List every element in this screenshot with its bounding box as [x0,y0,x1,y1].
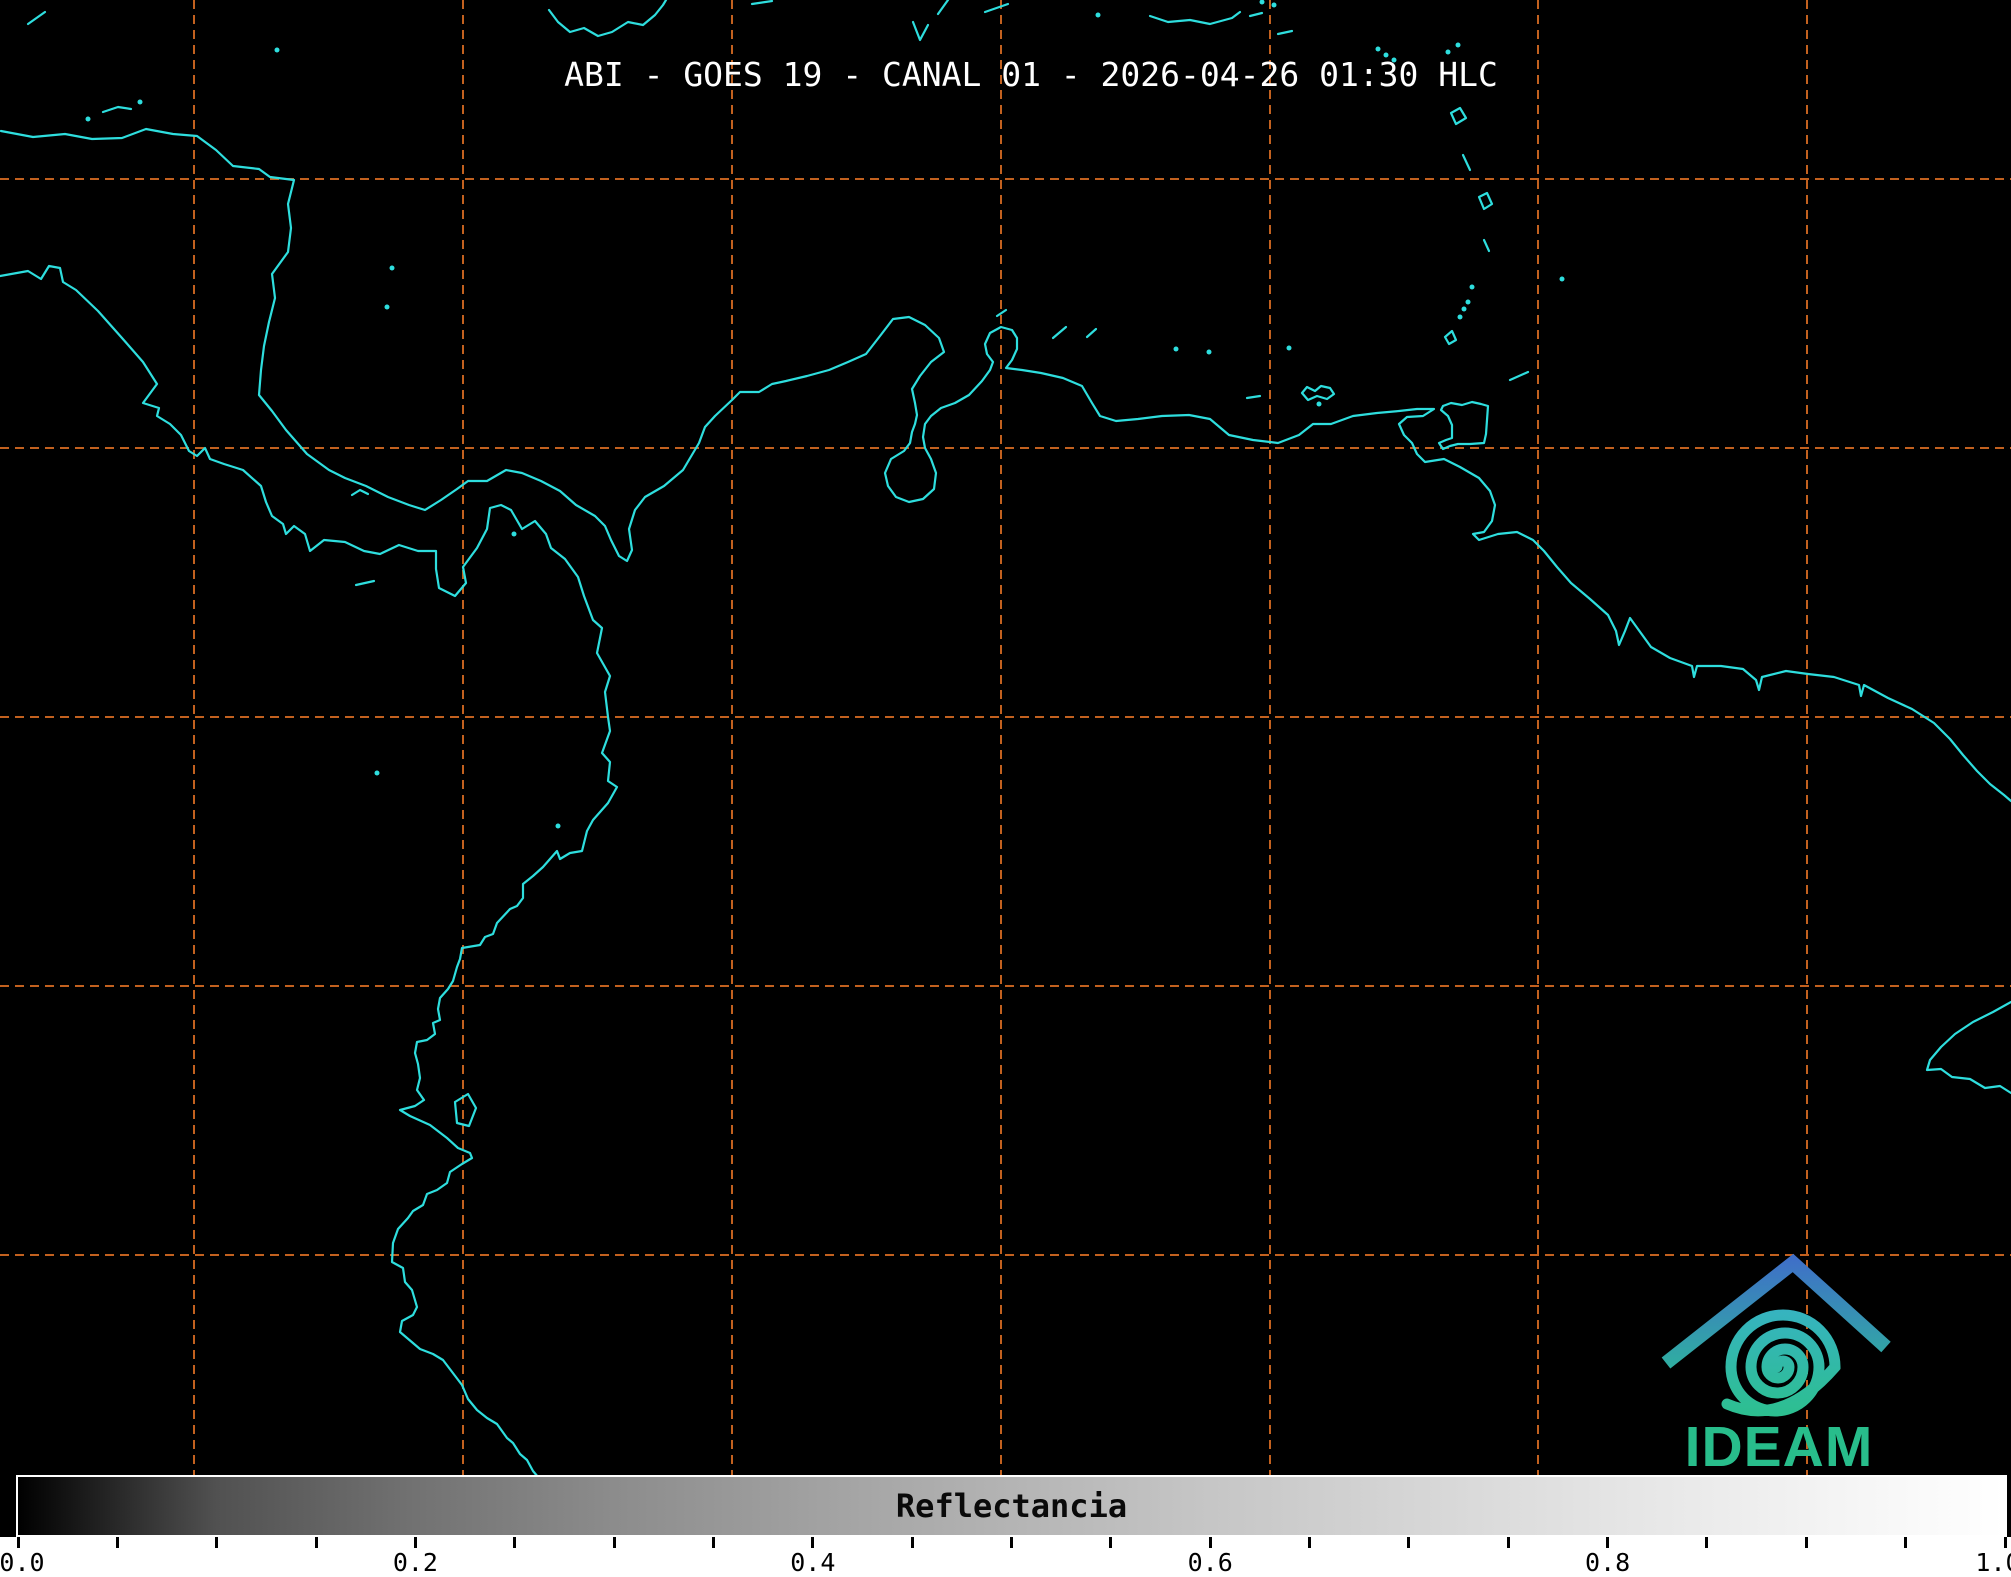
logo-hurricane-spiral-icon [1727,1315,1835,1411]
ideam-logo: IDEAM [0,0,2011,1577]
satellite-image-stage: ABI - GOES 19 - CANAL 01 - 2026-04-26 01… [0,0,2011,1577]
logo-wordmark: IDEAM [1685,1415,1874,1479]
